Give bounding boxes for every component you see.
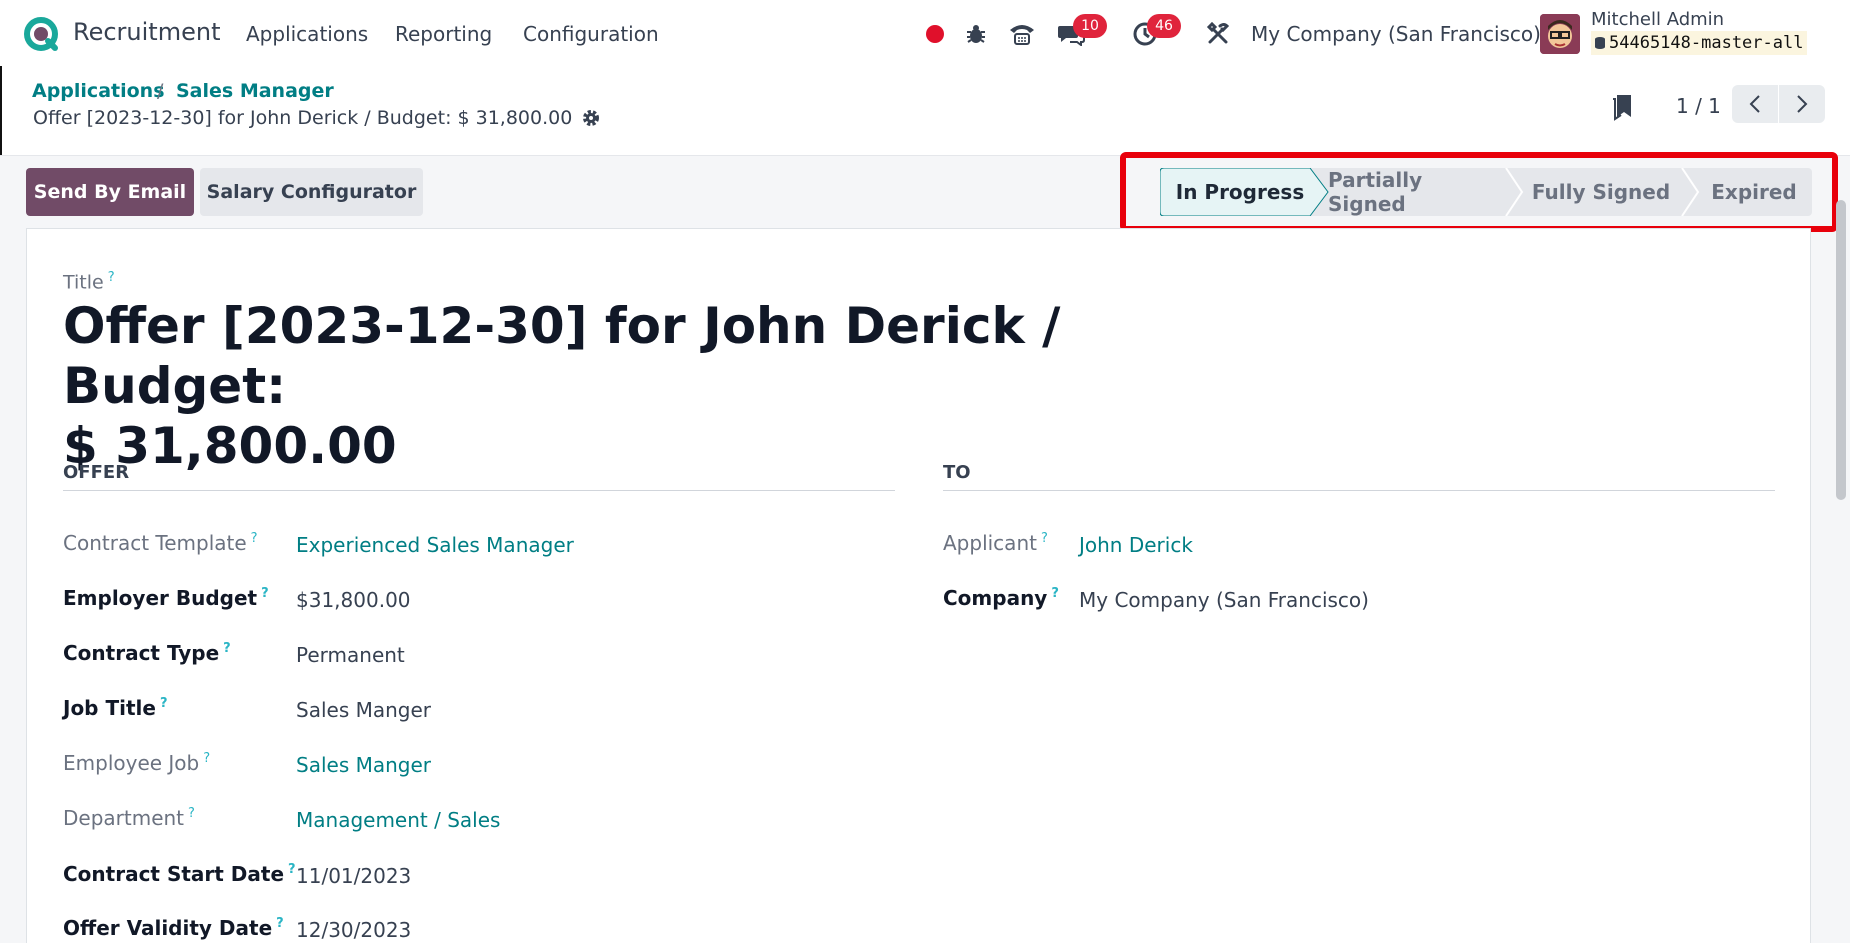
contract-start-date-label: Contract Start Date? <box>63 862 296 886</box>
department-label: Department? <box>63 806 195 830</box>
tooltip-icon[interactable]: ? <box>1051 586 1059 601</box>
applicant-label: Applicant? <box>943 531 1048 555</box>
record-title: Offer [2023-12-30] for John Derick / Bud… <box>33 107 573 129</box>
vertical-scrollbar[interactable] <box>1836 200 1846 500</box>
offer-title-line-1: Offer [2023-12-30] for John Derick / Bud… <box>63 297 1061 415</box>
contract-type-value[interactable]: Permanent <box>296 643 405 667</box>
menu-applications[interactable]: Applications <box>246 22 368 46</box>
contract-start-date-value[interactable]: 11/01/2023 <box>296 864 411 888</box>
breadcrumb-sales-manager[interactable]: Sales Manager <box>176 80 334 102</box>
recording-dot-icon[interactable] <box>921 20 949 48</box>
offer-title-line-2: $ 31,800.00 <box>63 417 397 475</box>
phone-icon[interactable] <box>1008 20 1036 48</box>
tooltip-icon[interactable]: ? <box>276 916 284 931</box>
menu-reporting[interactable]: Reporting <box>395 22 492 46</box>
applicant-value[interactable]: John Derick <box>1079 533 1193 557</box>
tooltip-icon[interactable]: ? <box>160 696 168 711</box>
user-avatar[interactable] <box>1540 14 1580 54</box>
tooltip-icon[interactable]: ? <box>203 751 210 766</box>
bookmarks-icon[interactable] <box>1610 93 1634 121</box>
breadcrumb-applications[interactable]: Applications <box>32 80 165 102</box>
offer-section-heading: OFFER <box>63 462 130 483</box>
offer-validity-date-value[interactable]: 12/30/2023 <box>296 918 411 942</box>
department-value[interactable]: Management / Sales <box>296 808 500 832</box>
employer-budget-value[interactable]: $31,800.00 <box>296 588 411 612</box>
settings-tools-icon[interactable] <box>1204 20 1232 48</box>
employee-job-value[interactable]: Sales Manger <box>296 753 431 777</box>
breadcrumb-separator: / <box>157 80 164 102</box>
messages-badge: 10 <box>1073 14 1107 38</box>
employer-budget-label: Employer Budget? <box>63 586 269 610</box>
highlight-annotation-box <box>1120 152 1838 232</box>
title-tooltip[interactable]: ? <box>108 270 115 285</box>
tooltip-icon[interactable]: ? <box>223 641 231 656</box>
database-icon <box>1595 37 1605 49</box>
menu-configuration[interactable]: Configuration <box>523 22 659 46</box>
database-name: 54465148-master-all <box>1591 31 1808 55</box>
send-by-email-button[interactable]: Send By Email <box>26 168 194 216</box>
offer-validity-date-label: Offer Validity Date? <box>63 916 284 940</box>
debug-bug-icon[interactable] <box>962 20 990 48</box>
salary-configurator-button[interactable]: Salary Configurator <box>200 168 423 216</box>
offer-title-field[interactable]: Offer [2023-12-30] for John Derick / Bud… <box>63 296 1163 476</box>
chevron-right-icon <box>1797 95 1808 113</box>
messages-icon[interactable]: 10 <box>1057 14 1107 48</box>
pager-value[interactable]: 1 / 1 <box>1676 94 1721 118</box>
user-name[interactable]: Mitchell Admin <box>1591 9 1724 30</box>
pager-next-button[interactable] <box>1779 85 1825 123</box>
title-label: Title? <box>63 270 115 294</box>
company-switcher[interactable]: My Company (San Francisco) <box>1251 22 1541 46</box>
job-title-label: Job Title? <box>63 696 168 720</box>
contract-template-label: Contract Template? <box>63 531 258 555</box>
chevron-left-icon <box>1749 95 1760 113</box>
offer-section-rule <box>63 490 895 491</box>
gear-icon[interactable] <box>581 108 601 128</box>
to-section-heading: TO <box>943 462 971 483</box>
tooltip-icon[interactable]: ? <box>188 806 195 821</box>
to-section-rule <box>943 490 1775 491</box>
tooltip-icon[interactable]: ? <box>1041 531 1048 546</box>
recruitment-app-icon[interactable] <box>24 17 58 51</box>
top-navbar: Recruitment Applications Reporting Confi… <box>0 0 1850 66</box>
job-title-value[interactable]: Sales Manger <box>296 698 431 722</box>
database-name-text: 54465148-master-all <box>1609 33 1804 53</box>
company-label: Company? <box>943 586 1059 610</box>
tooltip-icon[interactable]: ? <box>261 586 269 601</box>
tooltip-icon[interactable]: ? <box>251 531 258 546</box>
app-name[interactable]: Recruitment <box>73 18 220 46</box>
pager-previous-button[interactable] <box>1732 85 1778 123</box>
contract-type-label: Contract Type? <box>63 641 231 665</box>
employee-job-label: Employee Job? <box>63 751 211 775</box>
company-value[interactable]: My Company (San Francisco) <box>1079 588 1369 612</box>
contract-template-value[interactable]: Experienced Sales Manager <box>296 533 574 557</box>
activities-clock-icon[interactable]: 46 <box>1131 14 1181 48</box>
tooltip-icon[interactable]: ? <box>288 862 296 877</box>
activities-badge: 46 <box>1147 14 1181 38</box>
